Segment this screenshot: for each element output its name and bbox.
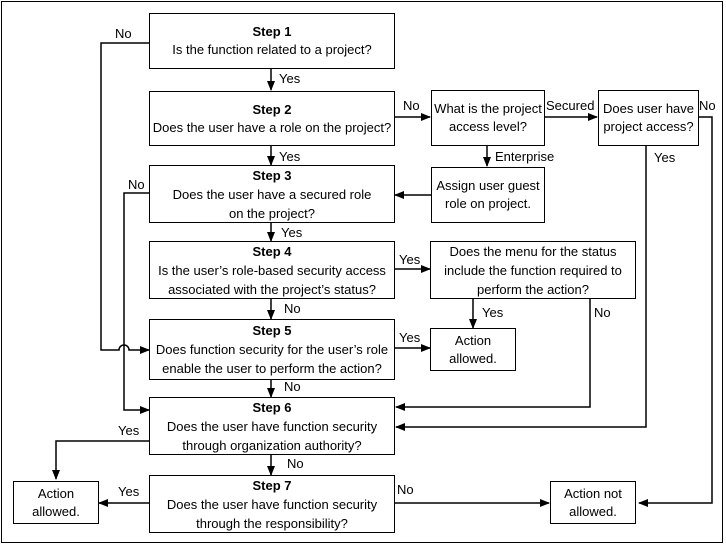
label-s1-yes: Yes: [279, 71, 301, 86]
arrow-s1-no-to-s5: [100, 42, 150, 354]
menu-status-box: Does the menu for the status include the…: [430, 241, 636, 299]
label-secured: Secured: [546, 98, 595, 113]
label-pa-yes: Yes: [654, 150, 676, 165]
step-3-question: Does the user have a secured role on the…: [172, 186, 372, 221]
access-level-text: What is the project access level?: [434, 101, 542, 134]
step-1-box: Step 1 Is the function related to a proj…: [149, 13, 395, 69]
step-2-title: Step 2: [252, 101, 292, 117]
label-pa-no: No: [699, 98, 716, 113]
label-s6-yes: Yes: [118, 423, 140, 438]
label-s1-no: No: [115, 26, 132, 41]
project-access-box: Does user have project access?: [598, 90, 699, 146]
step-6-box: Step 6 Does the user have function secur…: [149, 397, 395, 455]
step-7-question: Does the user have function security thr…: [166, 496, 378, 531]
action-allowed-mid-text: Action allowed.: [449, 332, 497, 366]
arrow-s6-yes: [52, 440, 149, 480]
action-not-allowed-box: Action not allowed.: [550, 481, 636, 524]
step-4-question: Is the user’s role-based security access…: [158, 262, 386, 297]
label-s4-yes: Yes: [399, 252, 421, 267]
label-s5-yes: Yes: [399, 330, 421, 345]
arrow-pa-no: [638, 116, 713, 507]
arrow-s3-no-to-s6: [123, 192, 150, 414]
step-6-question: Does the user have function security thr…: [166, 418, 378, 453]
step-4-box: Step 4 Is the user’s role-based security…: [149, 241, 395, 299]
step-1-title: Step 1: [252, 24, 292, 39]
step-5-question: Does function security for the user’s ro…: [155, 342, 389, 376]
step-3-title: Step 3: [252, 167, 292, 183]
menu-status-text: Does the menu for the status include the…: [444, 243, 622, 297]
step-4-title: Step 4: [252, 243, 292, 259]
action-allowed-left-box: Action allowed.: [13, 481, 99, 524]
step-7-title: Step 7: [252, 477, 292, 493]
step-2-question: Does the user have a role on the project…: [152, 119, 392, 135]
label-menu-no: No: [594, 305, 611, 320]
label-s3-yes: Yes: [281, 225, 303, 240]
assign-guest-text: Assign user guest role on project.: [436, 178, 540, 211]
label-enterprise: Enterprise: [495, 149, 555, 164]
step-6-title: Step 6: [252, 399, 292, 415]
label-s3-no: No: [128, 177, 145, 192]
action-allowed-left-text: Action allowed.: [32, 485, 80, 519]
label-s2-yes: Yes: [279, 149, 301, 164]
step-5-box: Step 5 Does function security for the us…: [149, 319, 395, 380]
step-3-box: Step 3 Does the user have a secured role…: [149, 165, 395, 223]
label-s5-no: No: [284, 379, 301, 394]
label-menu-yes: Yes: [482, 305, 504, 320]
label-s2-no: No: [403, 98, 420, 113]
label-s4-no: No: [284, 301, 301, 316]
step-2-box: Step 2 Does the user have a role on the …: [149, 91, 395, 146]
action-not-allowed-text: Action not allowed.: [564, 485, 622, 519]
step-7-box: Step 7 Does the user have function secur…: [149, 475, 395, 533]
flowchart: Step 1 Is the function related to a proj…: [0, 0, 726, 546]
step-1-question: Is the function related to a project?: [172, 42, 372, 57]
label-s7-no: No: [397, 482, 414, 497]
access-level-box: What is the project access level?: [431, 90, 545, 146]
label-s7-yes: Yes: [118, 484, 140, 499]
label-s6-no: No: [287, 456, 304, 471]
assign-guest-box: Assign user guest role on project.: [431, 167, 545, 223]
action-allowed-mid-box: Action allowed.: [430, 328, 516, 371]
step-5-title: Step 5: [252, 323, 292, 338]
project-access-text: Does user have project access?: [602, 101, 695, 134]
